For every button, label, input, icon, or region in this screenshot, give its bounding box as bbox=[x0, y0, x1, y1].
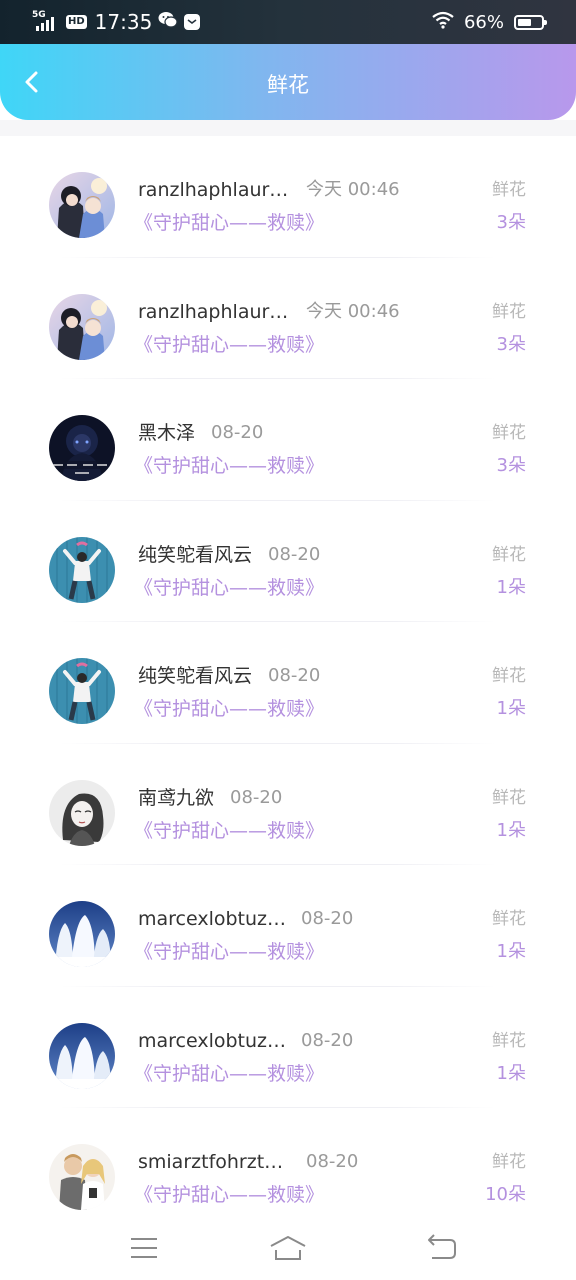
work-title[interactable]: 《守护甜心——救赎》 bbox=[134, 697, 324, 721]
list-item[interactable]: 南鸢九欲 08-20 《守护甜心——救赎》 鲜花 1朵 bbox=[0, 744, 576, 865]
work-title[interactable]: 《守护甜心——救赎》 bbox=[134, 454, 324, 478]
avatar[interactable] bbox=[49, 536, 115, 603]
avatar[interactable] bbox=[49, 415, 115, 481]
gift-type-label: 鲜花 bbox=[492, 666, 526, 686]
gift-count: 3朵 bbox=[496, 212, 526, 233]
page-title: 鲜花 bbox=[267, 73, 309, 97]
user-name[interactable]: marcexlobtuz… bbox=[138, 907, 286, 931]
work-title[interactable]: 《守护甜心——救赎》 bbox=[134, 940, 324, 964]
timestamp: 08-20 bbox=[268, 543, 321, 565]
flower-record-list: ranzlhaphlaur… 今天 00:46 《守护甜心——救赎》 鲜花 3朵 ranz… bbox=[0, 136, 576, 1230]
list-item[interactable]: 纯笑鸵看风云 08-20 《守护甜心——救赎》 鲜花 1朵 bbox=[0, 501, 576, 622]
gift-type-label: 鲜花 bbox=[492, 544, 526, 565]
avatar[interactable] bbox=[49, 1022, 115, 1089]
home-icon bbox=[270, 1236, 306, 1260]
gift-type-label: 鲜花 bbox=[492, 1152, 526, 1172]
timestamp: 08-20 bbox=[306, 1151, 359, 1172]
list-top-gap bbox=[0, 120, 576, 136]
user-name[interactable]: marcexlobtuz… bbox=[138, 1029, 286, 1053]
screen: 5G HD 17:35 66% 鲜花 ranzlhaphlaur… 今天 00:… bbox=[0, 0, 576, 1280]
user-name[interactable]: 纯笑鸵看风云 bbox=[138, 543, 252, 567]
list-item[interactable]: 黑木泽 08-20 《守护甜心——救赎》 鲜花 3朵 bbox=[0, 379, 576, 501]
list-item[interactable]: ranzlhaphlaur… 今天 00:46 《守护甜心——救赎》 鲜花 3朵 bbox=[0, 258, 576, 379]
back-icon bbox=[428, 1234, 456, 1259]
menu-button[interactable] bbox=[122, 1226, 166, 1270]
gift-type-label: 鲜花 bbox=[492, 423, 526, 443]
timestamp: 08-20 bbox=[301, 908, 354, 929]
battery-percent: 66% bbox=[463, 11, 504, 33]
gift-type-label: 鲜花 bbox=[492, 1030, 526, 1051]
hd-badge: HD bbox=[66, 15, 87, 29]
timestamp: 今天 00:46 bbox=[306, 300, 400, 322]
wifi-icon bbox=[432, 11, 454, 33]
gift-count: 10朵 bbox=[485, 1184, 526, 1205]
avatar[interactable] bbox=[49, 779, 115, 846]
avatar[interactable] bbox=[49, 658, 115, 724]
user-name[interactable]: 黑木泽 bbox=[138, 421, 195, 445]
gift-count: 1朵 bbox=[496, 941, 526, 962]
system-nav-bar bbox=[0, 1212, 576, 1280]
gift-count: 3朵 bbox=[496, 333, 526, 355]
battery-icon bbox=[514, 14, 547, 30]
list-item[interactable]: marcexlobtuz… 08-20 《守护甜心——救赎》 鲜花 1朵 bbox=[0, 865, 576, 987]
user-name[interactable]: 纯笑鸵看风云 bbox=[138, 664, 252, 688]
work-title[interactable]: 《守护甜心——救赎》 bbox=[134, 576, 324, 600]
avatar[interactable] bbox=[49, 293, 115, 360]
gift-type-label: 鲜花 bbox=[492, 909, 526, 929]
gift-count: 1朵 bbox=[496, 576, 526, 598]
avatar[interactable] bbox=[49, 172, 115, 238]
gift-count: 1朵 bbox=[496, 819, 526, 841]
avatar[interactable] bbox=[49, 1144, 115, 1210]
battery-level bbox=[518, 18, 532, 26]
status-left: 5G HD 17:35 bbox=[32, 10, 201, 34]
timestamp: 08-20 bbox=[230, 786, 283, 808]
work-title[interactable]: 《守护甜心——救赎》 bbox=[134, 819, 324, 843]
gift-count: 3朵 bbox=[496, 455, 526, 476]
signal-icon: 5G bbox=[32, 11, 60, 33]
user-name[interactable]: 南鸢九欲 bbox=[138, 786, 214, 810]
list-item[interactable]: marcexlobtuz… 08-20 《守护甜心——救赎》 鲜花 1朵 bbox=[0, 987, 576, 1108]
nav-bar: 鲜花 bbox=[0, 44, 576, 120]
timestamp: 今天 00:46 bbox=[306, 179, 400, 200]
timestamp: 08-20 bbox=[211, 422, 264, 443]
timestamp: 08-20 bbox=[268, 665, 321, 686]
avatar[interactable] bbox=[49, 901, 115, 967]
mail-icon bbox=[184, 14, 201, 30]
gift-count: 1朵 bbox=[496, 1062, 526, 1084]
status-time: 17:35 bbox=[94, 10, 153, 34]
user-name[interactable]: ranzlhaphlaur… bbox=[138, 300, 288, 324]
work-title[interactable]: 《守护甜心——救赎》 bbox=[134, 1062, 324, 1086]
gift-type-label: 鲜花 bbox=[492, 180, 526, 200]
timestamp: 08-20 bbox=[301, 1029, 354, 1051]
wechat-icon bbox=[158, 11, 178, 33]
status-right: 66% bbox=[432, 10, 547, 34]
menu-icon bbox=[131, 1238, 157, 1258]
status-bar: 5G HD 17:35 66% bbox=[0, 0, 576, 44]
home-button[interactable] bbox=[266, 1226, 310, 1270]
work-title[interactable]: 《守护甜心——救赎》 bbox=[134, 1183, 324, 1207]
gift-count: 1朵 bbox=[496, 698, 526, 719]
system-back-button[interactable] bbox=[418, 1226, 462, 1270]
list-item[interactable]: 纯笑鸵看风云 08-20 《守护甜心——救赎》 鲜花 1朵 bbox=[0, 622, 576, 744]
user-name[interactable]: ranzlhaphlaur… bbox=[138, 178, 288, 202]
header: 5G HD 17:35 66% 鲜花 bbox=[0, 0, 576, 120]
gift-type-label: 鲜花 bbox=[492, 787, 526, 808]
list-item[interactable]: ranzlhaphlaur… 今天 00:46 《守护甜心——救赎》 鲜花 3朵 bbox=[0, 136, 576, 258]
work-title[interactable]: 《守护甜心——救赎》 bbox=[134, 333, 324, 357]
user-name[interactable]: smiarztfohrzt… bbox=[138, 1150, 283, 1174]
gift-type-label: 鲜花 bbox=[492, 301, 526, 322]
work-title[interactable]: 《守护甜心——救赎》 bbox=[134, 211, 324, 235]
